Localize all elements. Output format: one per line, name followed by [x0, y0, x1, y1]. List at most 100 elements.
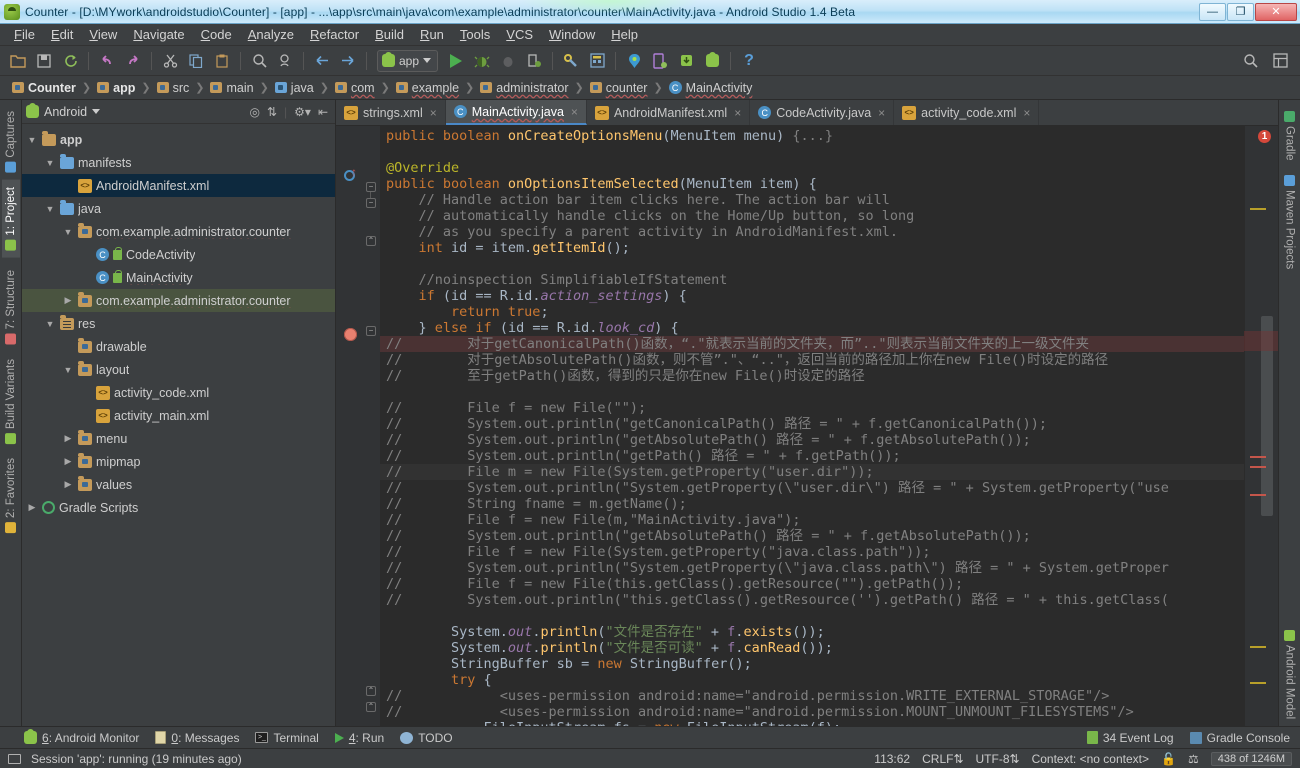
fold-handle-icon[interactable]: ⌃: [366, 702, 376, 712]
tool-button-0--messages[interactable]: 0: Messages: [155, 731, 239, 745]
save-all-icon[interactable]: [32, 49, 56, 73]
tool-tab-gradle[interactable]: Gradle: [1281, 104, 1299, 168]
code-line[interactable]: // System.out.println("this.getClass().g…: [380, 592, 1244, 608]
close-icon[interactable]: ×: [571, 105, 578, 119]
find-replace-icon[interactable]: [273, 49, 297, 73]
code-line[interactable]: // Handle action bar item clicks here. T…: [380, 192, 1244, 208]
tool-button-todo[interactable]: TODO: [400, 731, 453, 745]
menu-item-help[interactable]: Help: [603, 25, 646, 44]
breakpoint-icon[interactable]: [344, 328, 357, 341]
code-line[interactable]: } else if (id == R.id.look_cd) {: [380, 320, 1244, 336]
inspection-icon[interactable]: ⚖: [1188, 752, 1199, 766]
menu-item-analyze[interactable]: Analyze: [240, 25, 302, 44]
editor-gutter[interactable]: ↑ − − ⌃ − ⌃ ⌃: [336, 126, 380, 726]
settings-icon[interactable]: ⚙▾: [294, 105, 311, 119]
code-line[interactable]: [380, 256, 1244, 272]
code-line[interactable]: StringBuffer sb = new StringBuffer();: [380, 656, 1244, 672]
code-line[interactable]: // automatically handle clicks on the Ho…: [380, 208, 1244, 224]
code-editor[interactable]: ↑ − − ⌃ − ⌃ ⌃ public boolean onCreateOpt…: [336, 126, 1278, 726]
code-line[interactable]: // System.out.println("getAbsolutePath()…: [380, 528, 1244, 544]
file-encoding[interactable]: UTF-8⇅: [976, 752, 1020, 766]
stop-icon[interactable]: [522, 49, 546, 73]
tool-button-gradle-console[interactable]: Gradle Console: [1189, 731, 1290, 745]
collapse-all-icon[interactable]: ⇅: [267, 105, 277, 119]
tree-item-androidmanifest-xml[interactable]: <> AndroidManifest.xml: [22, 174, 335, 197]
close-icon[interactable]: ×: [878, 106, 885, 120]
tree-toggle-icon[interactable]: ▼: [44, 158, 56, 168]
close-icon[interactable]: ×: [430, 106, 437, 120]
tree-item-menu[interactable]: ▶ menu: [22, 427, 335, 450]
project-view-selector[interactable]: Android: [26, 103, 101, 119]
menu-item-tools[interactable]: Tools: [452, 25, 498, 44]
code-line[interactable]: // 对于getCanonicalPath()函数，“."就表示当前的文件夹，而…: [380, 336, 1244, 352]
tree-toggle-icon[interactable]: ▶: [62, 433, 74, 444]
warning-marker[interactable]: [1250, 646, 1266, 648]
find-icon[interactable]: [247, 49, 271, 73]
error-marker[interactable]: [1250, 494, 1266, 496]
code-line[interactable]: System.out.println("文件是否存在" + f.exists()…: [380, 624, 1244, 640]
code-line[interactable]: public boolean onOptionsItemSelected(Men…: [380, 176, 1244, 192]
paste-icon[interactable]: [210, 49, 234, 73]
run-button[interactable]: [444, 49, 468, 73]
tool-tab----structure[interactable]: 7: Structure: [2, 263, 20, 351]
memory-indicator[interactable]: 438 of 1246M: [1210, 751, 1292, 766]
target-icon[interactable]: ◎: [249, 105, 259, 119]
error-count-badge[interactable]: 1: [1258, 130, 1271, 143]
breadcrumb-item-com[interactable]: com: [329, 81, 381, 95]
menu-item-navigate[interactable]: Navigate: [125, 25, 192, 44]
code-line[interactable]: // File m = new File(System.getProperty(…: [380, 464, 1244, 480]
menu-item-run[interactable]: Run: [412, 25, 452, 44]
code-line[interactable]: // 至于getPath()函数，得到的只是你在new File()时设定的路径: [380, 368, 1244, 384]
tree-item-mipmap[interactable]: ▶ mipmap: [22, 450, 335, 473]
breadcrumb-item-mainactivity[interactable]: C MainActivity: [663, 81, 759, 95]
project-tree[interactable]: ▼ app ▼ manifests <> AndroidManifest.xml ▼ java…: [22, 124, 335, 726]
tree-item-activity-code-xml[interactable]: <> activity_code.xml: [22, 381, 335, 404]
tree-item-values[interactable]: ▶ values: [22, 473, 335, 496]
tree-toggle-icon[interactable]: ▶: [62, 456, 74, 467]
tree-item-manifests[interactable]: ▼ manifests: [22, 151, 335, 174]
code-line[interactable]: // <uses-permission android:name="androi…: [380, 688, 1244, 704]
warning-marker[interactable]: [1250, 208, 1266, 210]
tool-tab-maven-projects[interactable]: Maven Projects: [1281, 168, 1299, 276]
code-line[interactable]: FileInputStream fs = new FileInputStream…: [380, 720, 1244, 726]
open-folder-icon[interactable]: [6, 49, 30, 73]
breadcrumb-item-main[interactable]: main: [204, 81, 259, 95]
lock-icon[interactable]: 🔓: [1161, 752, 1176, 766]
caret-position[interactable]: 113:62: [874, 752, 910, 766]
tree-toggle-icon[interactable]: ▼: [62, 365, 74, 375]
context-indicator[interactable]: Context: <no context>: [1032, 752, 1149, 766]
cut-icon[interactable]: [158, 49, 182, 73]
sdk-update-icon[interactable]: [674, 49, 698, 73]
tool-button-34-event-log[interactable]: 34 Event Log: [1086, 731, 1174, 745]
debug-button[interactable]: [470, 49, 494, 73]
tool-tab-android-model[interactable]: Android Model: [1281, 623, 1299, 726]
code-line[interactable]: // 对于getAbsolutePath()函数，则不管”."、“.."，返回当…: [380, 352, 1244, 368]
avd-manager-icon[interactable]: [585, 49, 609, 73]
menu-item-view[interactable]: View: [81, 25, 125, 44]
android-device-monitor-icon[interactable]: [700, 49, 724, 73]
menu-item-file[interactable]: File: [6, 25, 43, 44]
close-icon[interactable]: ×: [1023, 106, 1030, 120]
fold-handle-icon[interactable]: ⌃: [366, 686, 376, 696]
undo-icon[interactable]: [95, 49, 119, 73]
fold-handle-icon[interactable]: −: [366, 182, 376, 192]
tree-item-drawable[interactable]: drawable: [22, 335, 335, 358]
breadcrumb-item-src[interactable]: src: [151, 81, 196, 95]
code-line[interactable]: // File f = new File("");: [380, 400, 1244, 416]
gradle-sync-icon[interactable]: [622, 49, 646, 73]
back-icon[interactable]: [310, 49, 334, 73]
editor-tab-androidmanifest-xml[interactable]: <> AndroidManifest.xml ×: [587, 100, 751, 125]
code-content[interactable]: public boolean onCreateOptionsMenu(MenuI…: [380, 126, 1244, 726]
code-line[interactable]: int id = item.getItemId();: [380, 240, 1244, 256]
maximize-button[interactable]: ❐: [1227, 2, 1254, 21]
close-icon[interactable]: ×: [734, 106, 741, 120]
error-stripe[interactable]: 1: [1244, 126, 1278, 726]
code-line[interactable]: [380, 608, 1244, 624]
tool-button-4--run[interactable]: 4: Run: [334, 731, 384, 745]
code-line[interactable]: [380, 144, 1244, 160]
code-line[interactable]: // System.out.println("System.getPropert…: [380, 480, 1244, 496]
breadcrumb-item-administrator[interactable]: administrator: [474, 81, 574, 95]
breadcrumb-item-app[interactable]: app: [91, 81, 141, 95]
code-line[interactable]: // File f = new File(m,"MainActivity.jav…: [380, 512, 1244, 528]
code-line[interactable]: return true;: [380, 304, 1244, 320]
